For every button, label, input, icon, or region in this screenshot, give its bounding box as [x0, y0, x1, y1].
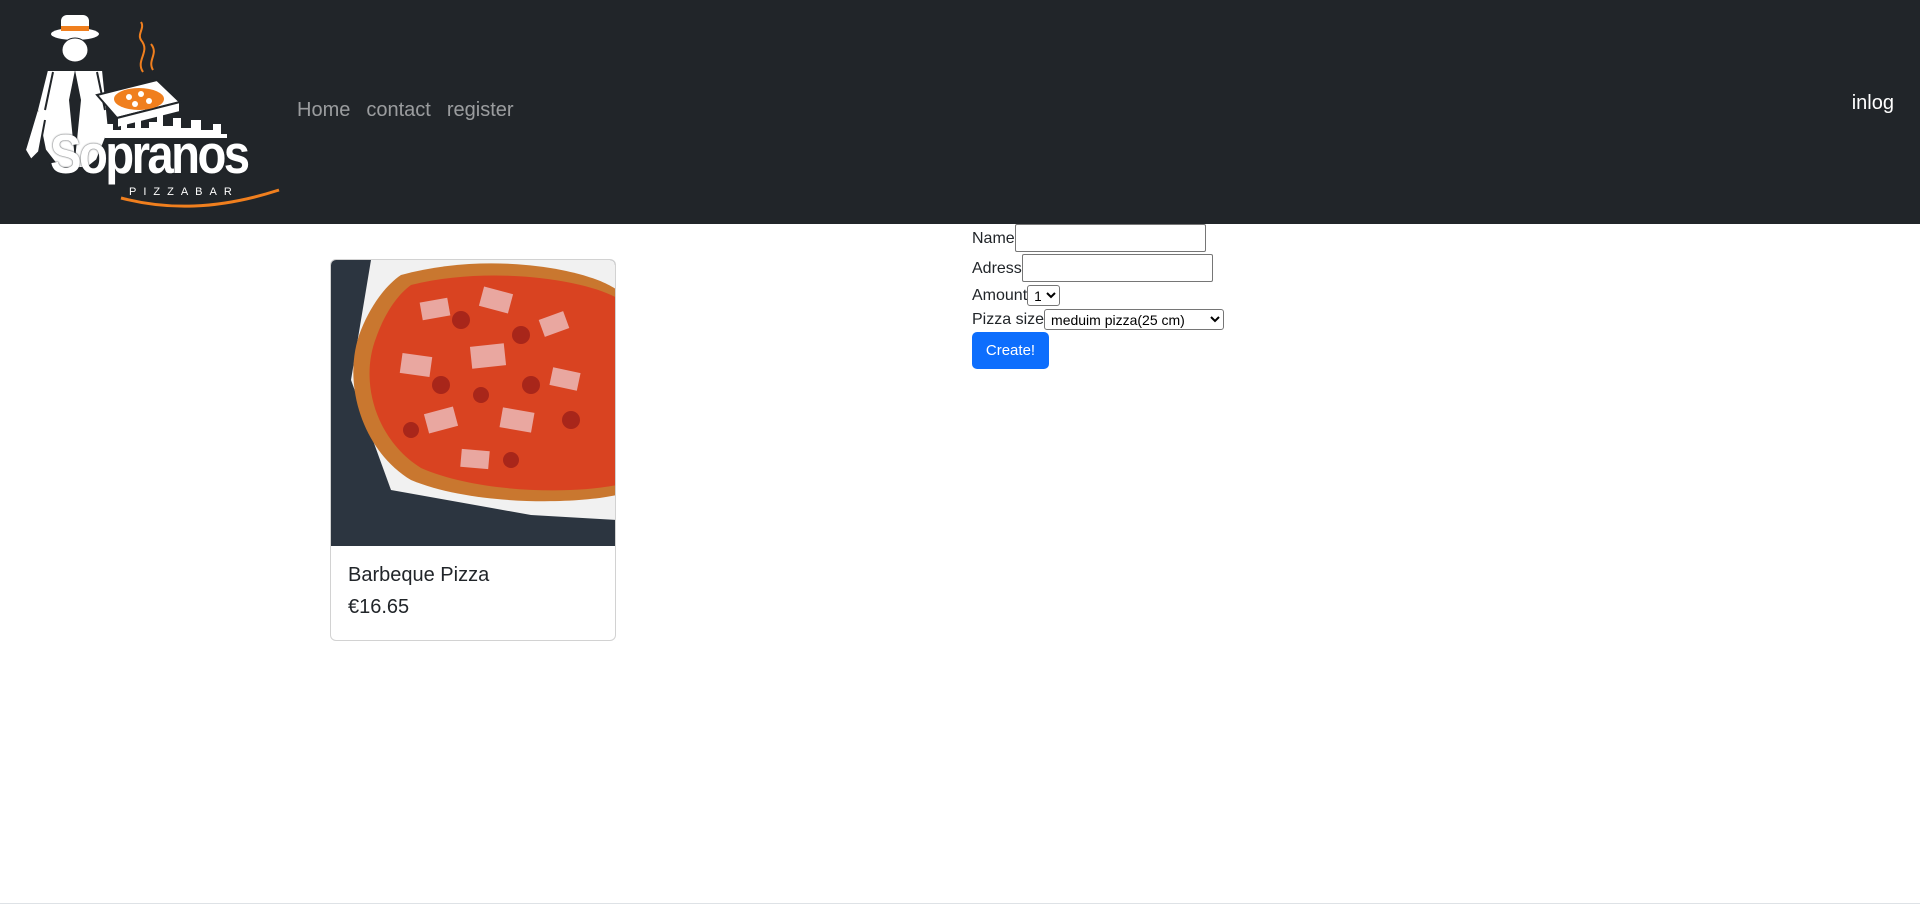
product-card[interactable]: Barbeque Pizza €16.65: [330, 259, 616, 641]
address-label: Adress: [972, 259, 1022, 277]
pizza-size-select[interactable]: meduim pizza(25 cm): [1044, 309, 1225, 330]
product-price: €16.65: [348, 596, 410, 618]
nav-link-home[interactable]: Home: [297, 98, 350, 122]
login-link[interactable]: inlog: [1852, 91, 1894, 115]
address-row: Adress: [972, 254, 1213, 282]
name-row: Name: [972, 224, 1206, 252]
brand-logo[interactable]: Sopranos PIZZABAR: [17, 10, 281, 214]
amount-select[interactable]: 1: [1027, 285, 1061, 306]
name-input[interactable]: [1014, 224, 1206, 252]
size-row: Pizza size meduim pizza(25 cm): [972, 309, 1225, 330]
navbar: Sopranos PIZZABAR Home contact register …: [0, 0, 1920, 224]
address-input[interactable]: [1021, 254, 1213, 282]
nav-link-register[interactable]: register: [447, 98, 514, 122]
amount-label: Amount: [972, 287, 1028, 304]
product-title: Barbeque Pizza: [348, 564, 490, 586]
footer-divider: [0, 903, 1920, 904]
name-label: Name: [972, 229, 1015, 247]
create-button[interactable]: Create!: [972, 332, 1049, 369]
pizza-image: [331, 260, 615, 546]
main-nav: Home contact register: [297, 98, 514, 122]
size-label: Pizza size: [972, 311, 1045, 328]
amount-row: Amount 1: [972, 285, 1061, 306]
brand-name: Sopranos: [50, 123, 250, 185]
brand-tagline: PIZZABAR: [129, 186, 239, 198]
nav-link-contact[interactable]: contact: [366, 98, 430, 122]
